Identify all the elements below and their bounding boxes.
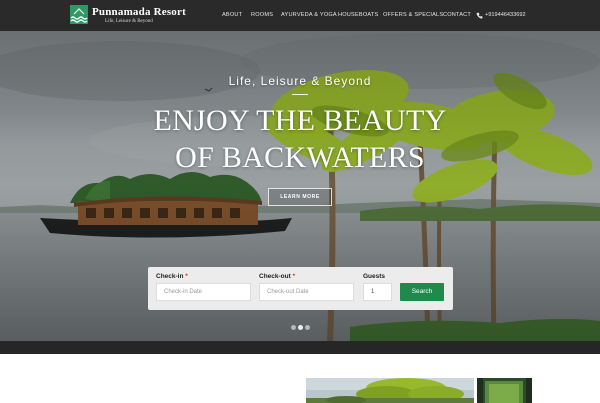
slide-dot-2[interactable] <box>298 325 303 330</box>
hero-title-line-2: OF BACKWATERS <box>175 141 425 174</box>
resort-photo-thumbnail[interactable] <box>306 378 474 403</box>
slide-dot-3[interactable] <box>305 325 310 330</box>
site-header: Punnamada Resort Life, Leisure & Beyond … <box>0 0 600 31</box>
phone-icon <box>476 12 483 19</box>
hero-title-line-1: ENJOY THE BEAUTY <box>153 104 447 137</box>
required-mark: * <box>292 273 296 280</box>
phone-number: +919446433692 <box>485 12 526 18</box>
logo-mark-icon[interactable] <box>70 5 88 24</box>
brand-name[interactable]: Punnamada Resort <box>92 6 186 18</box>
learn-more-button[interactable]: LEARN MORE <box>268 188 332 206</box>
booking-form: Check-in * Check-in Date Check-out * Che… <box>148 267 453 310</box>
search-button[interactable]: Search <box>400 283 444 301</box>
brand-tagline: Life, Leisure & Beyond <box>105 19 153 24</box>
nav-ayurveda-yoga[interactable]: AYURVEDA & YOGA <box>281 0 337 31</box>
nav-about[interactable]: ABOUT <box>222 0 242 31</box>
checkin-label-text: Check-in <box>156 273 184 280</box>
guests-label: Guests <box>363 273 386 280</box>
section-band <box>0 341 600 354</box>
content-section <box>0 354 600 403</box>
nav-offers-specials[interactable]: OFFERS & SPECIALS <box>383 0 443 31</box>
hero-subtitle: Life, Leisure & Beyond <box>228 74 372 88</box>
checkout-label: Check-out * <box>259 273 295 280</box>
hero-divider <box>292 94 308 95</box>
hero-slider: Life, Leisure & Beyond ENJOY THE BEAUTY … <box>0 31 600 341</box>
guests-input[interactable]: 1 <box>363 283 392 301</box>
nav-contact[interactable]: CONTACT <box>443 0 471 31</box>
room-photo-thumbnail[interactable] <box>477 378 532 403</box>
checkin-label: Check-in * <box>156 273 188 280</box>
checkin-date-input[interactable]: Check-in Date <box>156 283 251 301</box>
required-mark: * <box>185 273 188 280</box>
nav-houseboats[interactable]: HOUSEBOATS <box>338 0 378 31</box>
slide-dot-1[interactable] <box>291 325 296 330</box>
checkout-date-input[interactable]: Check-out Date <box>259 283 354 301</box>
nav-rooms[interactable]: ROOMS <box>251 0 273 31</box>
checkout-label-text: Check-out <box>259 273 291 280</box>
